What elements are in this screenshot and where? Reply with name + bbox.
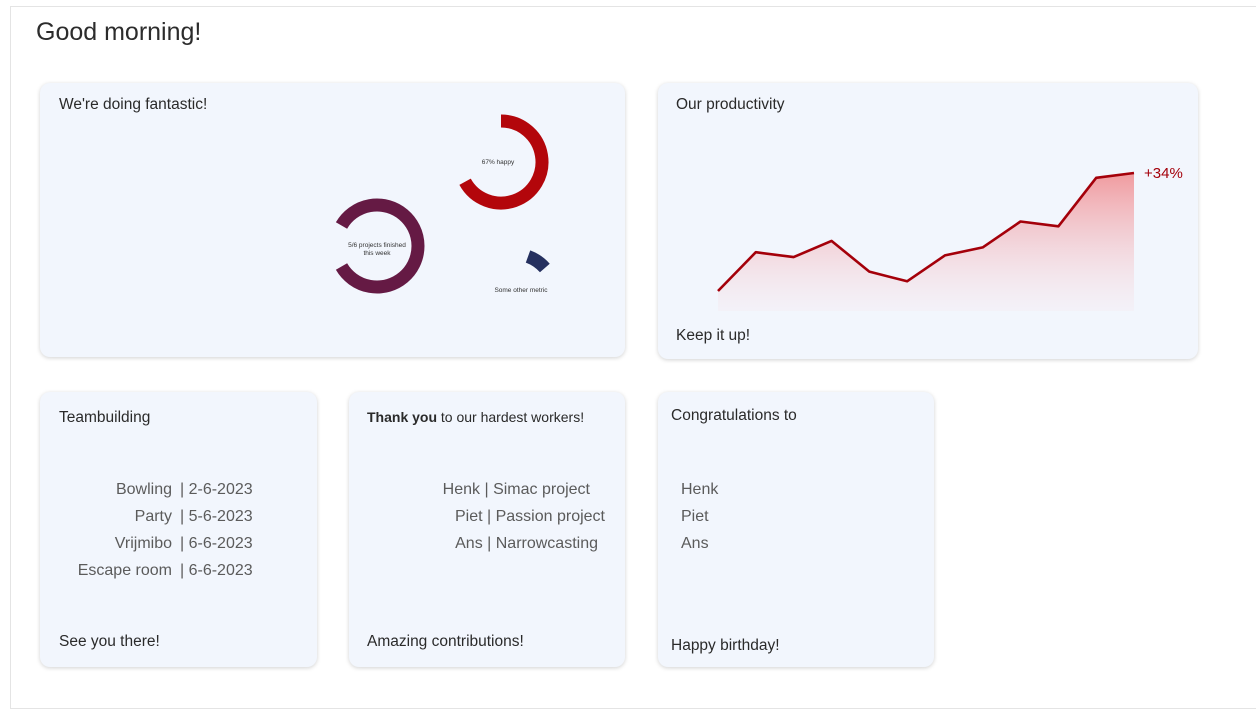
productivity-area [718,173,1134,311]
other-metric-label: Some other metric [494,287,548,294]
event-date: | 6-6-2023 [180,535,253,552]
event-date: | 5-6-2023 [180,508,253,525]
list-item: Escape room | 6-6-2023 [62,557,253,584]
list-item: Piet [681,508,709,525]
event-name: Bowling [115,481,172,498]
thanks-worker-list: Henk | Simac project Piet | Passion proj… [369,476,605,557]
thanks-card: Thank you to our hardest workers! Henk |… [349,392,625,667]
list-item: Bowling | 2-6-2023 [62,476,253,503]
other-metric-donut: Some other metric [494,250,550,294]
thanks-card-title: Thank you to our hardest workers! [367,409,584,425]
list-item: Henk | Simac project [442,481,590,498]
congrats-card-title: Congratulations to [671,407,797,424]
teambuilding-event-list: Bowling | 2-6-2023 Party | 5-6-2023 Vrijmi… [62,476,253,584]
thanks-title-bold: Thank you [367,409,438,425]
event-date: | 2-6-2023 [180,481,253,498]
list-item: Henk [681,481,719,498]
projects-donut-label-line2: this week [363,250,391,257]
fantastic-card: We're doing fantastic! 67% happy 5/6 pro… [40,83,625,357]
happy-donut-label: 67% happy [482,159,515,166]
event-name: Vrijmibo [114,535,172,552]
fantastic-metrics: 67% happy 5/6 projects finished this wee… [335,114,550,294]
thanks-card-footer: Amazing contributions! [367,633,524,650]
list-item: Ans [681,535,709,552]
other-metric-arc [525,250,550,273]
productivity-chart [717,171,1135,311]
list-item: Party | 5-6-2023 [62,503,253,530]
list-item: Vrijmibo | 6-6-2023 [62,530,253,557]
productivity-card-footer: Keep it up! [676,327,751,344]
list-item: Piet | Passion project [454,508,605,525]
page-title: Good morning! [36,18,202,46]
productivity-card: Our productivity +34% Keep it up! [658,83,1198,359]
congrats-card: Congratulations to Henk Piet Ans Happy b… [658,392,934,667]
projects-donut-label-line1: 5/6 projects finished [348,242,406,249]
teambuilding-card-footer: See you there! [59,633,160,650]
teambuilding-card-title: Teambuilding [59,409,151,426]
teambuilding-card: Teambuilding Bowling | 2-6-2023 Party | 5-… [40,392,317,667]
congrats-name-list: Henk Piet Ans [681,476,718,557]
productivity-change-label: +34% [1144,165,1183,182]
event-name: Party [134,508,172,525]
projects-donut: 5/6 projects finished this week [335,198,425,294]
list-item: Ans | Narrowcasting [455,535,598,552]
happy-donut: 67% happy [459,114,549,210]
thanks-title-rest: to our hardest workers! [437,409,585,425]
event-name: Escape room [77,562,172,579]
congrats-card-footer: Happy birthday! [671,637,780,654]
event-date: | 6-6-2023 [180,562,253,579]
